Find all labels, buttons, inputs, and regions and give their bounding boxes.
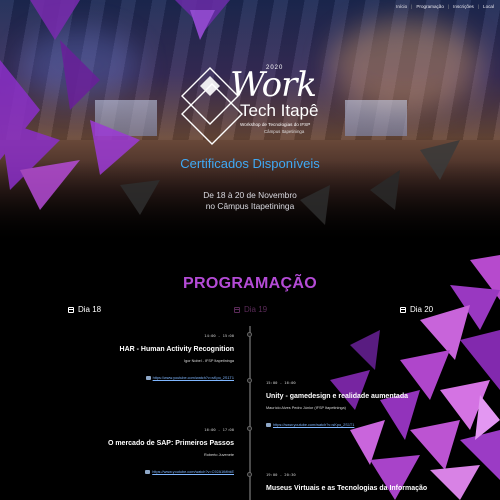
event-video-link[interactable]: https://www.youtube.com/watch?v=C92A1tMb…	[145, 470, 234, 474]
timeline-dot	[247, 472, 252, 477]
event-title: HAR - Human Activity Recognition	[119, 346, 234, 353]
nav-separator: |	[447, 4, 450, 9]
tab-day-19[interactable]: Dia 19	[234, 305, 267, 314]
nav-separator: |	[411, 4, 413, 9]
event-speaker: Igor Nobel - IFSP Itapetininga	[184, 359, 234, 363]
event-date: De 18 à 20 de Novembro no Câmpus Itapeti…	[0, 190, 500, 212]
timeline-dot	[247, 426, 252, 431]
video-icon	[266, 423, 271, 427]
event-video-link[interactable]: https://www.youtube.com/watch?v=sKpo_2S1…	[145, 376, 234, 380]
timeline-event: 19:00 - 20:30 Museus Virtuais e as Tecno…	[266, 472, 436, 498]
calendar-icon	[68, 306, 74, 313]
timeline-event: 15:00 - 16:00 Unity - gamedesign e reali…	[266, 380, 436, 432]
timeline-event: 16:00 - 17:00 O mercado de SAP: Primeiro…	[64, 427, 234, 479]
event-link-text: https://www.youtube.com/watch?v=sKpo_2S1…	[152, 376, 234, 380]
video-icon	[145, 470, 151, 474]
logo-campus: Câmpus Itapetininga	[264, 129, 305, 134]
tab-day-label: Dia 19	[244, 305, 268, 314]
calendar-icon	[234, 306, 240, 313]
tab-day-20[interactable]: Dia 20	[400, 305, 433, 314]
timeline-event: 14:00 - 15:00 HAR - Human Activity Recog…	[64, 333, 234, 385]
hero-stage-screen	[345, 100, 407, 136]
programacao-heading: PROGRAMAÇÃO	[183, 275, 317, 292]
nav-item-programacao[interactable]: Programação	[414, 4, 446, 9]
event-speaker: Maurício Alves Pedro Júnior (IFSP Itapet…	[266, 406, 346, 410]
event-date-line2: no Câmpus Itapetininga	[205, 201, 295, 211]
event-time: 14:00 - 15:00	[204, 333, 234, 338]
tab-day-18[interactable]: Dia 18	[68, 305, 101, 314]
event-logo: 2020 Work Tech Itapê Workshop de Tecnolo…	[180, 64, 320, 145]
nav-item-inscricoes[interactable]: Inscrições	[451, 4, 476, 9]
logo-word-tech: Tech Itapê	[240, 101, 319, 120]
nav-item-local[interactable]: Local	[481, 4, 496, 9]
event-date-line1: De 18 à 20 de Novembro	[203, 190, 297, 200]
event-time: 16:00 - 17:00	[204, 427, 234, 432]
event-link-text: https://www.youtube.com/watch?v=sKpo_2S1…	[273, 423, 355, 427]
event-speaker: Roberto Juvenete	[204, 453, 234, 457]
certificates-heading[interactable]: Certificados Disponíveis	[0, 156, 500, 171]
nav-item-inicio[interactable]: Início	[394, 4, 409, 9]
event-title: Museus Virtuais e as Tecnologias da Info…	[266, 485, 428, 492]
event-link-text: https://www.youtube.com/watch?v=C92A1tMb…	[152, 470, 234, 474]
timeline-dot	[247, 378, 252, 383]
event-title: Unity - gamedesign e realidade aumentada	[266, 393, 408, 400]
hero-stage-screen	[95, 100, 157, 136]
event-time: 19:00 - 20:30	[266, 472, 296, 477]
tab-day-label: Dia 20	[410, 305, 434, 314]
event-video-link[interactable]: https://www.youtube.com/watch?v=sKpo_2S1…	[266, 423, 354, 427]
calendar-icon	[400, 306, 406, 313]
hero-light-glow	[330, 20, 480, 110]
nav-separator: |	[477, 4, 480, 9]
video-icon	[145, 376, 151, 380]
timeline-dot	[247, 332, 252, 337]
logo-tagline: Workshop de Tecnologias do IFSP	[240, 122, 311, 127]
tab-day-label: Dia 18	[78, 305, 102, 314]
event-time: 15:00 - 16:00	[266, 380, 296, 385]
hero-light-glow	[20, 30, 140, 100]
logo-word-work: Work	[230, 65, 317, 105]
top-navigation: Início | Programação | Inscrições | Loca…	[394, 4, 496, 9]
event-title: O mercado de SAP: Primeiros Passos	[107, 440, 234, 447]
